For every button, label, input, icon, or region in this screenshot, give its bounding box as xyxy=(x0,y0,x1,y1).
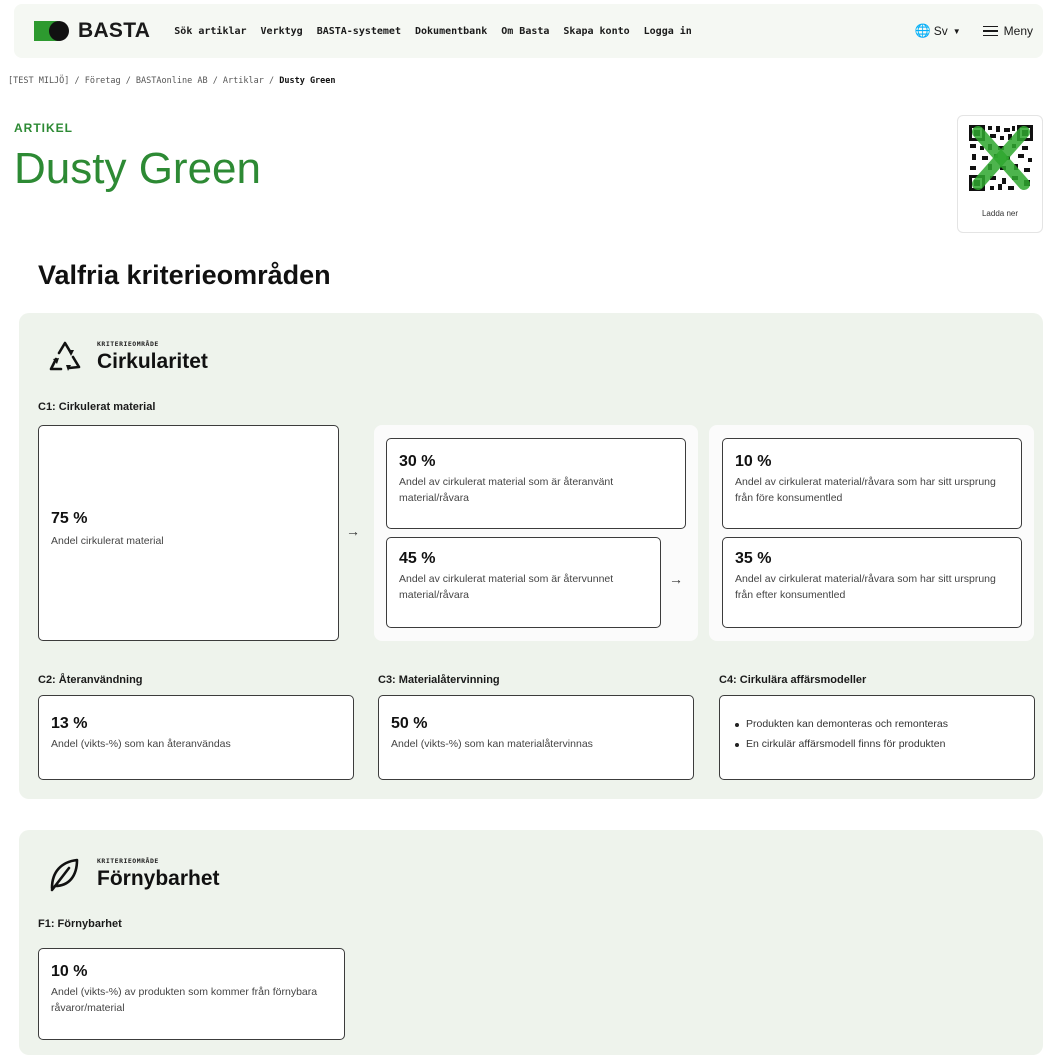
card-value: 13 % xyxy=(51,715,88,732)
criterion-label-f1: F1: Förnybarhet xyxy=(38,918,122,930)
panel-title-renewability: Förnybarhet xyxy=(97,867,220,890)
nav-link-dokumentbank[interactable]: Dokumentbank xyxy=(415,26,487,37)
card-value: 10 % xyxy=(51,963,88,980)
list-item: En cirkulär affärsmodell finns för produ… xyxy=(732,738,1022,750)
language-selector[interactable]: 🌐 Sv ▼ xyxy=(915,23,961,39)
card-description: Andel av cirkulerat material som är åter… xyxy=(399,476,614,504)
card-description: Andel av cirkulerat material/råvara som … xyxy=(735,573,996,601)
panel-title-circularity: Cirkularitet xyxy=(97,350,208,373)
panel-kicker: KRITERIEOMRÅDE xyxy=(97,857,159,865)
card-value: 10 % xyxy=(735,453,772,470)
card-description: Andel (vikts-%) som kan återanvändas xyxy=(51,738,231,750)
panel-kicker: KRITERIEOMRÅDE xyxy=(97,340,159,348)
logo-text: BASTA xyxy=(78,19,151,42)
card-c3: 50 % Andel (vikts-%) som kan materialåte… xyxy=(378,695,694,780)
recycle-icon xyxy=(49,341,81,371)
card-f1: 10 % Andel (vikts-%) av produkten som ko… xyxy=(38,948,345,1040)
panel-header: KRITERIEOMRÅDE Förnybarhet xyxy=(43,854,220,894)
breadcrumb-current: Dusty Green xyxy=(279,76,336,86)
arrow-right-icon: → xyxy=(346,523,360,539)
card-description: Andel av cirkulerat material som är åter… xyxy=(399,573,614,601)
menu-button[interactable]: Meny xyxy=(982,23,1033,40)
card-description: Andel (vikts-%) av produkten som kommer … xyxy=(51,986,318,1014)
card-c1-total: 75 % Andel cirkulerat material xyxy=(38,425,339,641)
nav-link-om-basta[interactable]: Om Basta xyxy=(501,26,549,37)
card-c2: 13 % Andel (vikts-%) som kan återanvända… xyxy=(38,695,354,780)
panel-header: KRITERIEOMRÅDE Cirkularitet xyxy=(43,337,208,377)
business-model-list: Produkten kan demonteras och remonteras … xyxy=(732,718,1022,750)
card-c1-reused: 30 % Andel av cirkulerat material som är… xyxy=(386,438,686,529)
criterion-label-c4: C4: Cirkulära affärsmodeller xyxy=(719,674,867,686)
card-value: 35 % xyxy=(735,550,772,567)
card-description: Andel cirkulerat material xyxy=(51,535,164,547)
criterion-label-c2: C2: Återanvändning xyxy=(38,674,143,686)
card-c4: Produkten kan demonteras och remonteras … xyxy=(719,695,1035,780)
nav-link-verktyg[interactable]: Verktyg xyxy=(261,26,303,37)
criteria-panel-circularity: KRITERIEOMRÅDE Cirkularitet C1: Cirkuler… xyxy=(19,313,1043,799)
arrow-right-icon: → xyxy=(669,571,683,587)
nav-link-basta-systemet[interactable]: BASTA-systemet xyxy=(317,26,401,37)
list-item: Produkten kan demonteras och remonteras xyxy=(732,718,1022,730)
criterion-label-c1: C1: Cirkulerat material xyxy=(38,401,156,413)
page-title: Dusty Green xyxy=(14,144,261,193)
leaf-icon xyxy=(50,858,79,892)
card-value: 30 % xyxy=(399,453,436,470)
card-c1-post-consumer: 35 % Andel av cirkulerat material/råvara… xyxy=(722,537,1022,628)
chevron-down-icon: ▼ xyxy=(952,26,961,36)
qr-download-card[interactable]: Ladda ner xyxy=(957,115,1043,233)
article-kicker: ARTIKEL xyxy=(14,121,73,135)
breadcrumb-path[interactable]: [TEST MILJÖ] / Företag / BASTAonline AB … xyxy=(8,76,279,86)
nav-link-skapa-konto[interactable]: Skapa konto xyxy=(563,26,629,37)
nav-link-logga-in[interactable]: Logga in xyxy=(644,26,692,37)
criterion-label-c3: C3: Materialåtervinning xyxy=(378,674,500,686)
card-value: 45 % xyxy=(399,550,436,567)
menu-label: Meny xyxy=(1003,24,1033,38)
nav-link-sok-artiklar[interactable]: Sök artiklar xyxy=(174,26,246,37)
download-label: Ladda ner xyxy=(981,209,1019,218)
qr-code-icon xyxy=(968,124,1034,192)
card-description: Andel (vikts-%) som kan materialåtervinn… xyxy=(391,738,593,750)
language-label: Sv xyxy=(933,24,948,38)
card-c1-recycled: 45 % Andel av cirkulerat material som är… xyxy=(386,537,661,628)
criteria-panel-renewability: KRITERIEOMRÅDE Förnybarhet F1: Förnybarh… xyxy=(19,830,1043,1055)
hamburger-icon xyxy=(982,23,998,40)
basta-logo[interactable]: BASTA xyxy=(34,19,150,43)
top-nav: BASTA Sök artiklar Verktyg BASTA-systeme… xyxy=(14,4,1043,58)
logo-mark-icon xyxy=(34,21,72,41)
breadcrumb: [TEST MILJÖ] / Företag / BASTAonline AB … xyxy=(8,76,336,86)
card-value: 75 % xyxy=(51,510,88,527)
card-description: Andel av cirkulerat material/råvara som … xyxy=(735,476,996,504)
card-c1-pre-consumer: 10 % Andel av cirkulerat material/råvara… xyxy=(722,438,1022,529)
section-heading: Valfria kriterieområden xyxy=(38,260,331,290)
card-value: 50 % xyxy=(391,715,428,732)
globe-icon: 🌐 xyxy=(914,23,931,38)
